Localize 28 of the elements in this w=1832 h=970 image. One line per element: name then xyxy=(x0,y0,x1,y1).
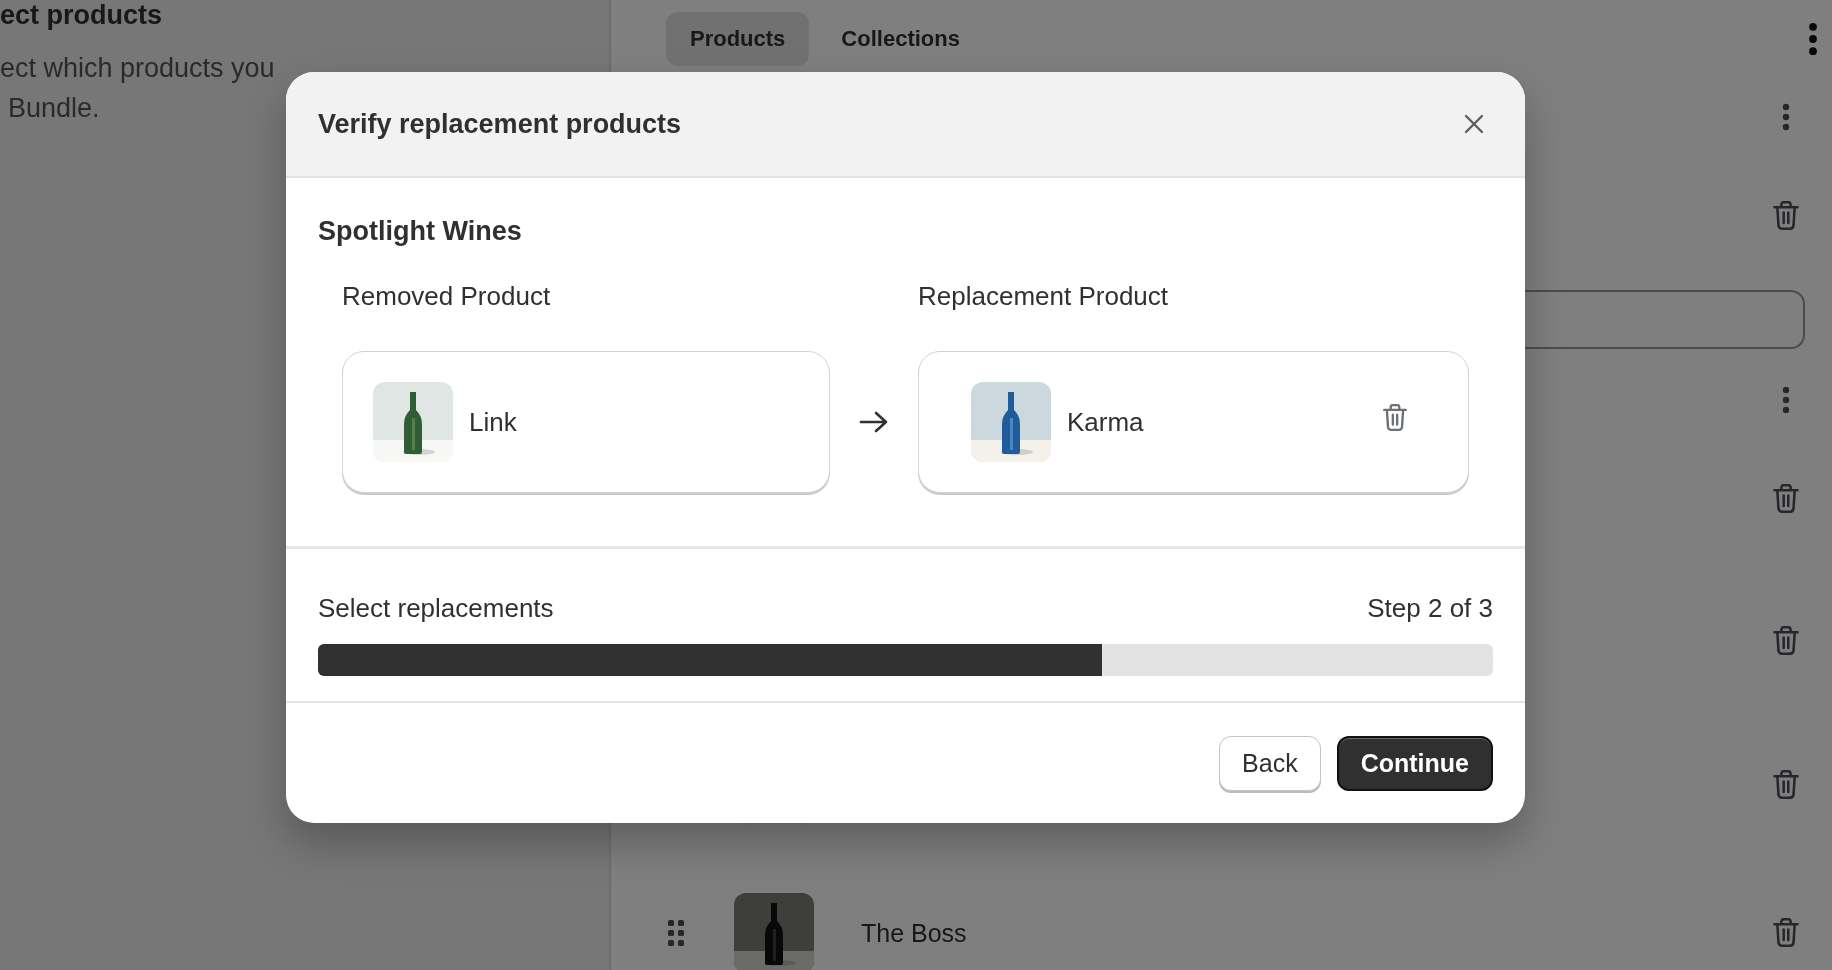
more-icon[interactable] xyxy=(1808,22,1818,56)
continue-button[interactable]: Continue xyxy=(1336,735,1493,791)
product-card: Karma xyxy=(918,351,1469,493)
trash-icon[interactable] xyxy=(1382,404,1408,432)
trash-icon[interactable] xyxy=(1772,918,1800,948)
back-button[interactable]: Back xyxy=(1219,735,1321,791)
close-icon[interactable] xyxy=(1463,113,1485,135)
more-icon[interactable] xyxy=(1782,386,1790,414)
step-counter: Step 2 of 3 xyxy=(1367,593,1493,624)
progress-label: Select replacements xyxy=(318,593,554,624)
more-icon[interactable] xyxy=(1782,103,1790,131)
dialog-title: Verify replacement products xyxy=(318,108,682,140)
panel-description: ect which products you xyxy=(0,52,275,85)
tab[interactable]: Products xyxy=(666,12,810,66)
column-label: Replacement Product xyxy=(918,281,1169,311)
trash-icon[interactable] xyxy=(1772,201,1800,231)
drag-handle-icon[interactable] xyxy=(668,920,684,946)
column-label: Removed Product xyxy=(342,281,551,311)
trash-icon[interactable] xyxy=(1772,484,1800,514)
panel-title: ect products xyxy=(0,0,164,30)
trash-icon[interactable] xyxy=(1772,770,1800,800)
panel-description: Bundle. xyxy=(8,92,100,125)
trash-icon[interactable] xyxy=(1772,626,1800,656)
arrow-right-icon xyxy=(859,411,889,433)
product-name: The Boss xyxy=(861,918,967,948)
tab[interactable]: Collections xyxy=(817,12,984,66)
section-title: Spotlight Wines xyxy=(318,216,523,247)
product-card: Link xyxy=(342,351,830,493)
